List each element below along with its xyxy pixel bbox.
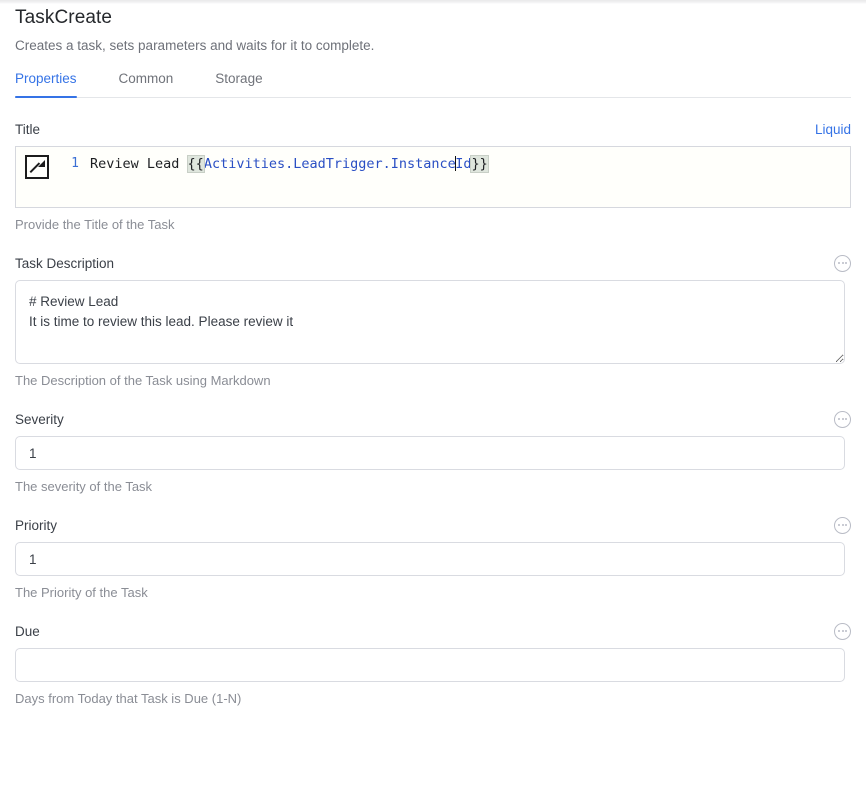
field-title-hint: Provide the Title of the Task [15,217,175,232]
task-description-textarea[interactable] [15,280,845,364]
tab-bar: Properties Common Storage [15,71,851,98]
severity-input[interactable] [15,436,845,470]
field-severity-header: Severity [15,410,851,428]
field-due-label: Due [15,623,40,639]
priority-input[interactable] [15,542,845,576]
field-due-header: Due [15,622,851,640]
tab-common[interactable]: Common [119,71,174,97]
field-title: Title Liquid 1 Review Lead {{Activities.… [15,120,851,232]
code-close-brace: }} [470,155,489,173]
field-severity-hint: The severity of the Task [15,479,153,494]
field-due: Due Days from Today that Task is Due (1-… [15,622,851,706]
code-variable-right: Id [455,156,472,172]
field-priority-header: Priority [15,516,851,534]
open-in-new-icon[interactable] [25,155,49,179]
priority-ellipsis-circle-icon[interactable] [834,516,851,534]
tab-storage[interactable]: Storage [215,71,262,97]
field-severity: Severity The severity of the Task [15,410,851,494]
field-due-hint: Days from Today that Task is Due (1-N) [15,691,242,706]
field-description-hint: The Description of the Task using Markdo… [15,373,271,388]
field-task-description: Task Description The Description of the … [15,254,851,388]
code-text-plain: Review Lead [90,156,188,172]
window-top-edge [0,0,866,4]
field-priority-label: Priority [15,517,58,533]
field-title-label: Title [15,121,41,137]
properties-panel: TaskCreate Creates a task, sets paramete… [0,7,866,706]
page-subtitle: Creates a task, sets parameters and wait… [15,38,375,53]
liquid-link[interactable]: Liquid [815,122,851,137]
field-description-header: Task Description [15,254,851,272]
tab-properties[interactable]: Properties [15,71,77,98]
field-title-header: Title Liquid [15,120,851,138]
field-description-label: Task Description [15,255,115,271]
code-variable-left: Activities.LeadTrigger.Instance [203,156,456,172]
description-ellipsis-circle-icon[interactable] [834,254,851,272]
editor-code-line[interactable]: Review Lead {{Activities.LeadTrigger.Ins… [79,147,489,207]
title-code-editor[interactable]: 1 Review Lead {{Activities.LeadTrigger.I… [15,146,851,208]
code-open-brace: {{ [186,155,205,173]
editor-line-number: 1 [71,156,79,171]
field-severity-label: Severity [15,411,64,427]
page-title: TaskCreate [15,7,113,28]
severity-ellipsis-circle-icon[interactable] [834,410,851,428]
field-priority: Priority The Priority of the Task [15,516,851,600]
due-ellipsis-circle-icon[interactable] [834,622,851,640]
field-priority-hint: The Priority of the Task [15,585,148,600]
due-input[interactable] [15,648,845,682]
